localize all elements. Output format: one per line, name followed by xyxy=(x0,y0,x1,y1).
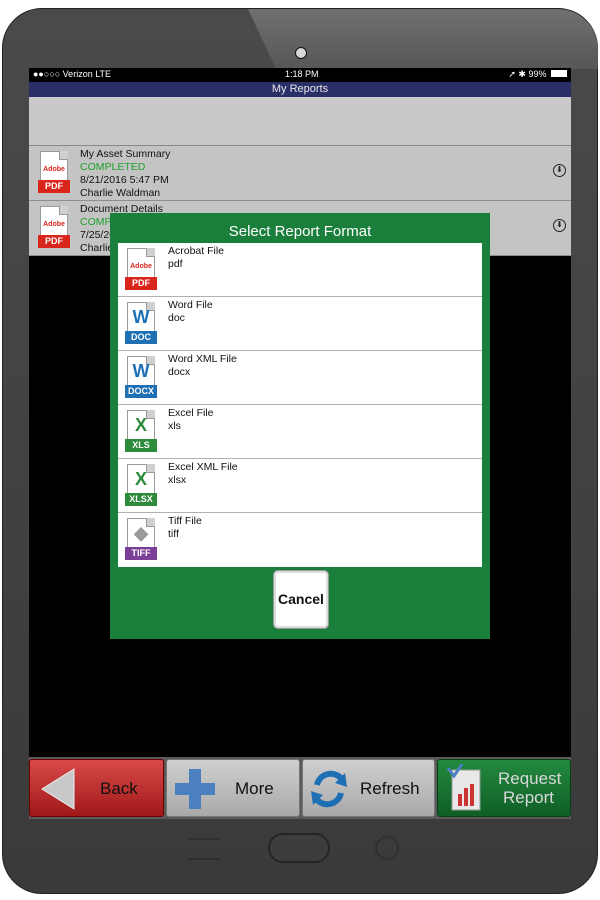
bottom-toolbar: Back More Refresh Request Report xyxy=(29,757,571,819)
pdf-icon: Adobe PDF xyxy=(38,206,70,248)
pdf-icon: Adobe PDF xyxy=(125,248,157,290)
word-icon: W DOCX xyxy=(125,356,157,398)
format-ext: xlsx xyxy=(168,474,187,486)
cancel-button[interactable]: Cancel xyxy=(273,570,329,629)
back-label: Back xyxy=(100,779,138,798)
status-right: ➚ ✱ 99% xyxy=(508,69,567,80)
request-report-button[interactable]: Request Report xyxy=(437,759,571,817)
format-ext: docx xyxy=(168,366,191,378)
format-ext: xls xyxy=(168,420,181,432)
format-name: Tiff File xyxy=(168,515,202,527)
request-label-line2: Report xyxy=(503,788,555,807)
format-name: Word XML File xyxy=(168,353,237,365)
format-item-xls[interactable]: X XLS Excel File xls xyxy=(118,405,482,459)
format-name: Acrobat File xyxy=(168,245,225,257)
tiff-icon: ◆ TIFF xyxy=(125,518,157,560)
carrier-label: ●●○○○ Verizon LTE xyxy=(33,69,112,79)
report-date: 8/21/2016 5:47 PM xyxy=(80,174,169,186)
frame-sheen xyxy=(248,9,598,69)
dialog-title: Select Report Format xyxy=(228,223,372,240)
download-icon[interactable]: ⬇ xyxy=(553,219,566,232)
battery-label: 99% xyxy=(528,69,547,79)
report-name: My Asset Summary xyxy=(80,148,171,160)
menu-hardware-icon xyxy=(187,838,221,860)
more-label: More xyxy=(235,779,274,798)
word-icon: W DOC xyxy=(125,302,157,344)
clock: 1:18 PM xyxy=(285,69,319,79)
app-screen: ●●○○○ Verizon LTE 1:18 PM ➚ ✱ 99% My Rep… xyxy=(29,68,571,819)
refresh-button[interactable]: Refresh xyxy=(302,759,435,817)
home-button[interactable] xyxy=(268,833,330,863)
download-icon[interactable]: ⬇ xyxy=(553,164,566,177)
report-info: My Asset Summary COMPLETED 8/21/2016 5:4… xyxy=(80,148,170,200)
report-status: COMPLETED xyxy=(80,161,146,173)
camera-icon xyxy=(295,47,307,59)
back-hardware-icon xyxy=(375,836,399,860)
page-title: My Reports xyxy=(29,82,571,97)
format-name: Excel File xyxy=(168,407,214,419)
request-label-line1: Request xyxy=(498,769,562,788)
format-item-doc[interactable]: W DOC Word File doc xyxy=(118,297,482,351)
refresh-icon xyxy=(311,770,347,808)
format-ext: pdf xyxy=(168,258,183,270)
header-area xyxy=(29,97,571,146)
format-item-tiff[interactable]: ◆ TIFF Tiff File tiff xyxy=(118,513,482,567)
report-clipboard-icon xyxy=(446,764,481,811)
format-item-pdf[interactable]: Adobe PDF Acrobat File pdf xyxy=(118,243,482,297)
status-bar: ●●○○○ Verizon LTE 1:18 PM ➚ ✱ 99% xyxy=(29,68,571,82)
pdf-icon: Adobe PDF xyxy=(38,151,70,193)
format-item-xlsx[interactable]: X XLSX Excel XML File xlsx xyxy=(118,459,482,513)
format-ext: tiff xyxy=(168,528,179,540)
report-owner: Charlie Waldman xyxy=(80,187,161,199)
report-row[interactable]: Adobe PDF My Asset Summary COMPLETED 8/2… xyxy=(29,146,571,201)
select-format-dialog: Select Report Format Adobe PDF Acrobat F… xyxy=(110,213,490,639)
format-ext: doc xyxy=(168,312,185,324)
format-name: Word File xyxy=(168,299,213,311)
back-arrow-icon xyxy=(41,768,75,810)
excel-icon: X XLS xyxy=(125,410,157,452)
format-item-docx[interactable]: W DOCX Word XML File docx xyxy=(118,351,482,405)
format-name: Excel XML File xyxy=(168,461,238,473)
excel-icon: X XLSX xyxy=(125,464,157,506)
more-button[interactable]: More xyxy=(166,759,300,817)
refresh-label: Refresh xyxy=(360,779,420,798)
plus-icon xyxy=(175,769,215,809)
back-button[interactable]: Back xyxy=(29,759,164,817)
location-bluetooth-icons: ➚ ✱ xyxy=(508,69,526,79)
format-list: Adobe PDF Acrobat File pdf W DOC Word Fi… xyxy=(118,243,482,567)
battery-icon xyxy=(551,70,567,77)
